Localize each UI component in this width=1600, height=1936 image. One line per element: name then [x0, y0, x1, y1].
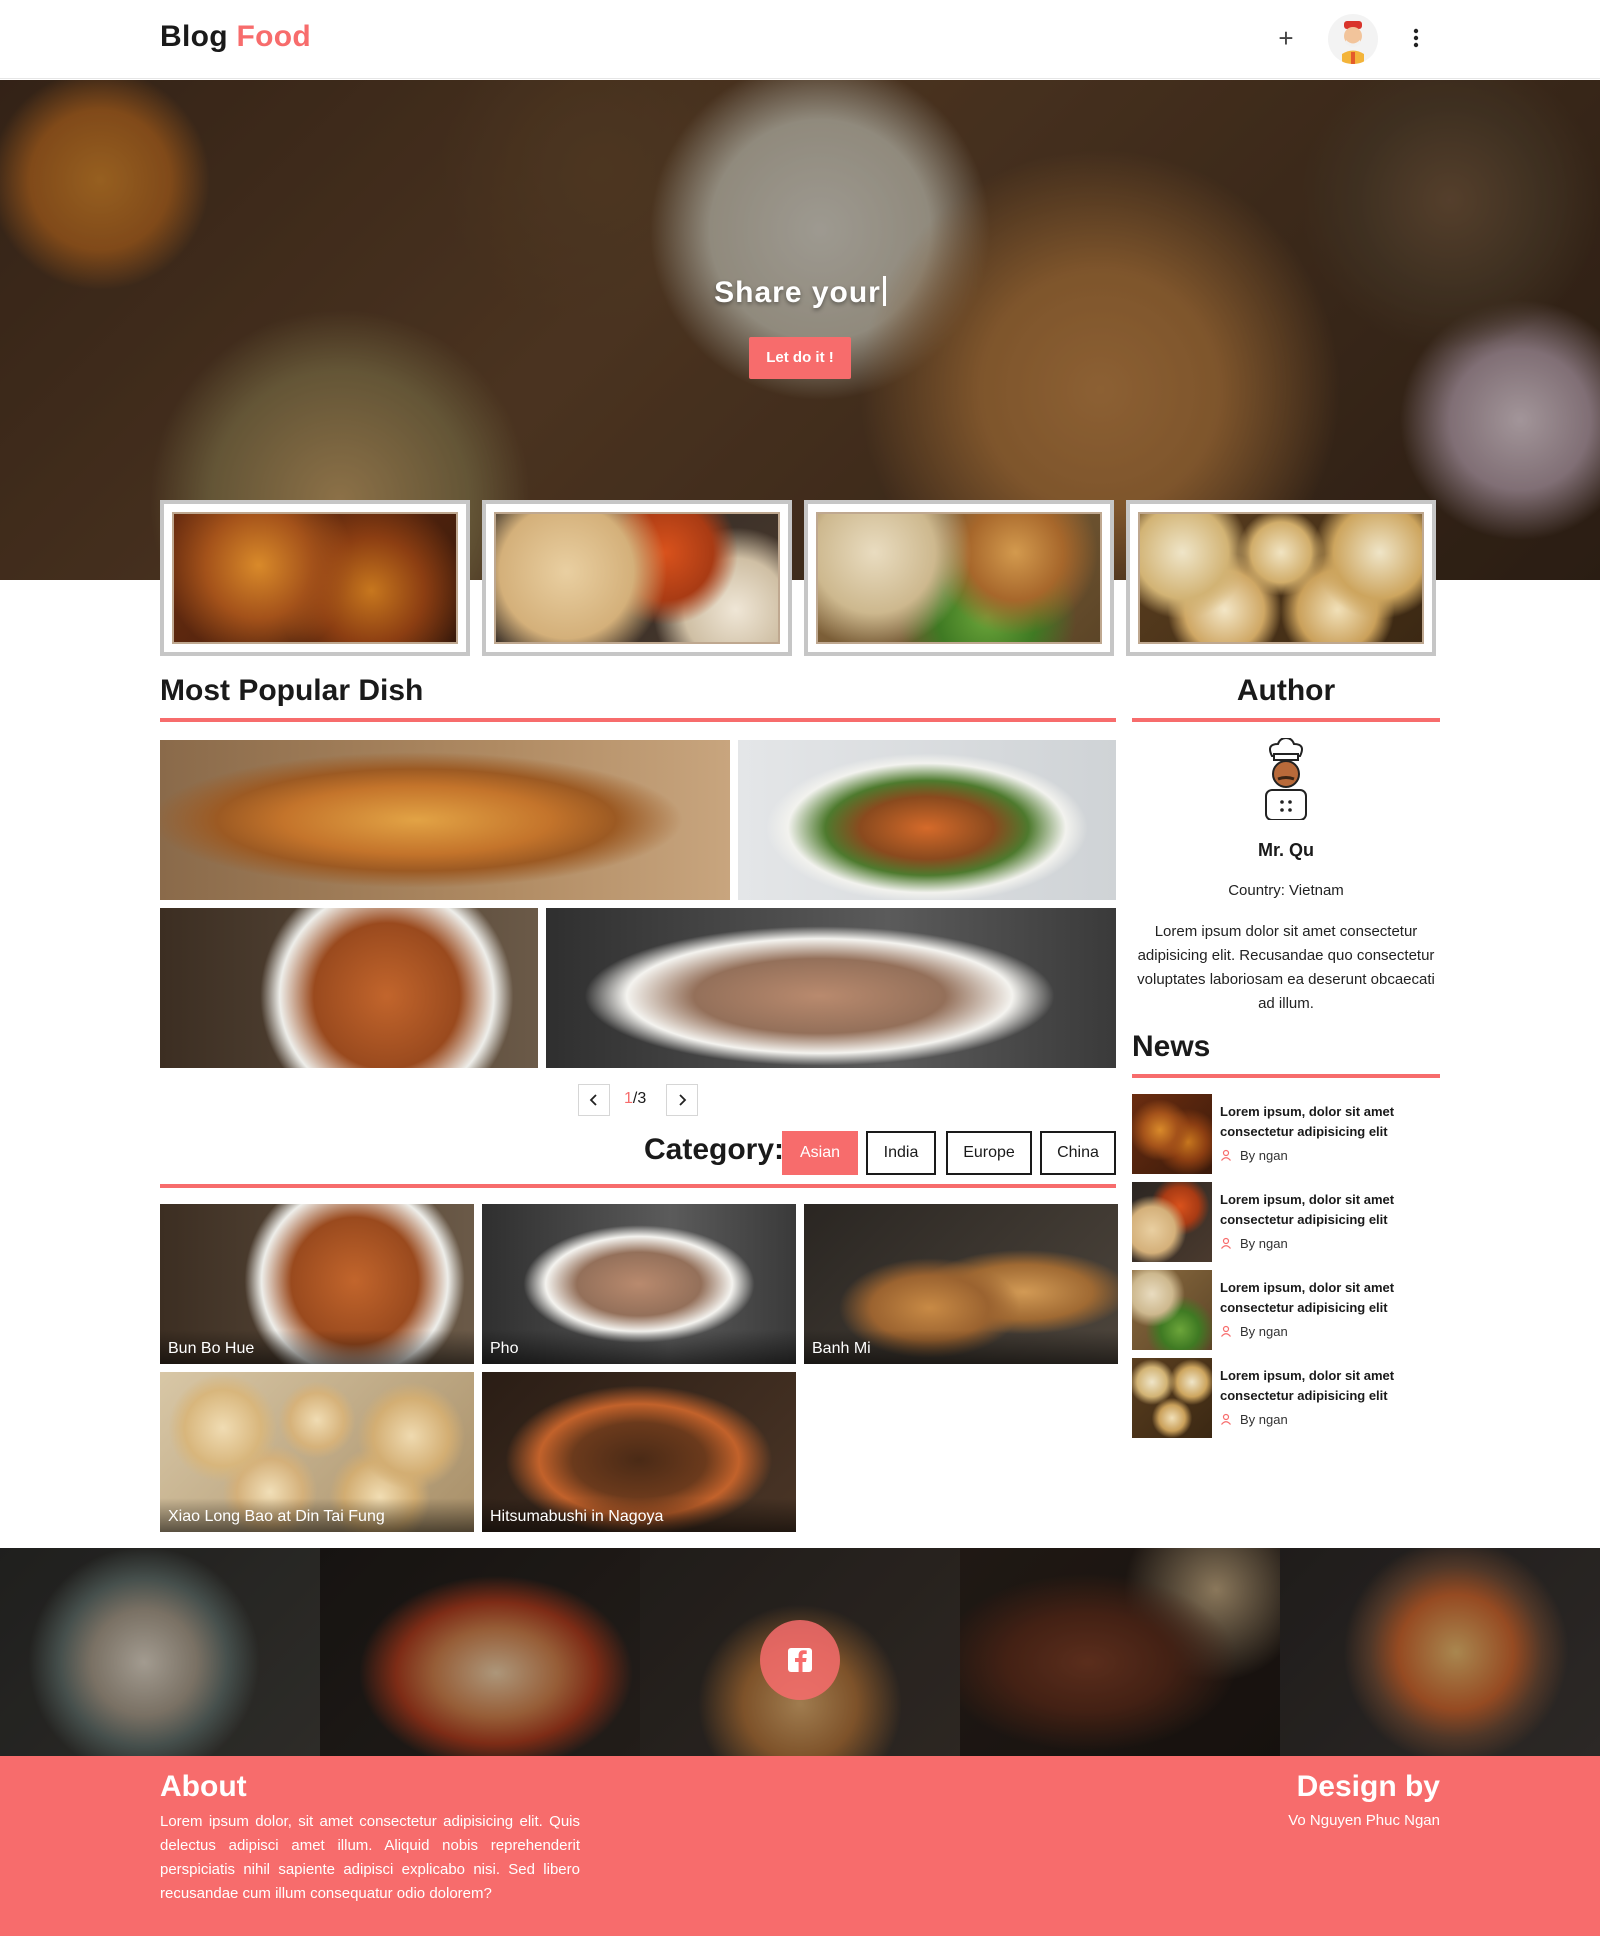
- user-icon: [1221, 1413, 1231, 1425]
- footer-gallery-image: [320, 1548, 640, 1756]
- popular-dish-bun-bo-hue[interactable]: [160, 908, 538, 1068]
- news-item[interactable]: Lorem ipsum, dolor sit amet consectetur …: [1132, 1182, 1442, 1262]
- site-footer: About Lorem ipsum dolor, sit amet consec…: [0, 1756, 1600, 1936]
- category-dish-card[interactable]: Hitsumabushi in Nagoya: [482, 1372, 796, 1532]
- footer-about-text: Lorem ipsum dolor, sit amet consectetur …: [160, 1813, 580, 1902]
- logo-text-food: Food: [236, 20, 312, 53]
- next-page-button[interactable]: [666, 1084, 698, 1116]
- author-country: Country: Vietnam: [1228, 882, 1344, 899]
- category-label: Category:: [644, 1133, 785, 1166]
- news-item-author: By ngan: [1220, 1324, 1288, 1339]
- news-item[interactable]: Lorem ipsum, dolor sit amet consectetur …: [1132, 1094, 1442, 1174]
- news-thumbnail: [1132, 1270, 1212, 1350]
- popular-dish-chicken-salad[interactable]: [738, 740, 1116, 900]
- news-author-text: By ngan: [1240, 1412, 1288, 1427]
- thumbnail-image-dim-sum: [1138, 512, 1424, 644]
- category-tab-asian[interactable]: Asian: [782, 1131, 858, 1175]
- popular-dish-pho[interactable]: [546, 908, 1116, 1068]
- news-item-title: Lorem ipsum, dolor sit amet consectetur …: [1220, 1192, 1395, 1227]
- hero-thumbnail[interactable]: [482, 500, 792, 656]
- category-tab-china[interactable]: China: [1040, 1131, 1116, 1175]
- footer-gallery-image: [1280, 1548, 1600, 1756]
- footer-gallery-image: [960, 1548, 1280, 1756]
- popular-dish-pizza[interactable]: [160, 740, 730, 900]
- news-item[interactable]: Lorem ipsum, dolor sit amet consectetur …: [1132, 1270, 1442, 1350]
- category-dish-card[interactable]: Banh Mi: [804, 1204, 1118, 1364]
- news-author-text: By ngan: [1240, 1236, 1288, 1251]
- pho-image: [546, 908, 1116, 1068]
- more-vertical-icon[interactable]: [1400, 22, 1432, 54]
- dish-caption: Banh Mi: [804, 1330, 1118, 1364]
- section-divider: [160, 1184, 1116, 1188]
- prev-page-button[interactable]: [578, 1084, 610, 1116]
- chef-avatar-icon: [1256, 736, 1316, 821]
- category-tab-europe[interactable]: Europe: [946, 1131, 1032, 1175]
- news-item-author: By ngan: [1220, 1236, 1288, 1251]
- pizza-image: [160, 740, 730, 900]
- news-thumbnail: [1132, 1094, 1212, 1174]
- news-item-title: Lorem ipsum, dolor sit amet consectetur …: [1220, 1280, 1395, 1315]
- current-page: 1: [624, 1090, 633, 1107]
- user-icon: [1221, 1325, 1231, 1337]
- most-popular-title: Most Popular Dish: [160, 674, 424, 707]
- chevron-left-icon: [589, 1094, 597, 1106]
- footer-designer-name: Vo Nguyen Phuc Ngan: [1288, 1812, 1440, 1829]
- facebook-icon[interactable]: [760, 1620, 840, 1700]
- site-logo[interactable]: Blog Food: [160, 20, 311, 54]
- typing-cursor: [882, 276, 886, 306]
- category-dish-card[interactable]: Bun Bo Hue: [160, 1204, 474, 1364]
- chicken-salad-image: [738, 740, 1116, 900]
- user-icon: [1221, 1149, 1231, 1161]
- news-author-text: By ngan: [1240, 1148, 1288, 1163]
- section-divider: [1132, 1074, 1440, 1078]
- category-tab-india[interactable]: India: [866, 1131, 936, 1175]
- chef-avatar-icon[interactable]: [1328, 14, 1378, 64]
- footer-design-title: Design by: [1296, 1770, 1440, 1803]
- thumbnail-image-curry-naan: [494, 512, 780, 644]
- footer-about-title: About: [160, 1770, 247, 1803]
- news-thumbnail: [1132, 1358, 1212, 1438]
- dish-caption: Pho: [482, 1330, 796, 1364]
- news-item-author: By ngan: [1220, 1148, 1288, 1163]
- dish-caption: Xiao Long Bao at Din Tai Fung: [160, 1498, 474, 1532]
- news-item[interactable]: Lorem ipsum, dolor sit amet consectetur …: [1132, 1358, 1442, 1438]
- section-divider: [160, 718, 1116, 722]
- news-author-text: By ngan: [1240, 1324, 1288, 1339]
- thumbnail-image-orange-chicken: [172, 512, 458, 644]
- news-item-title: Lorem ipsum, dolor sit amet consectetur …: [1220, 1104, 1395, 1139]
- logo-text-blog: Blog: [160, 20, 228, 53]
- author-bio: Lorem ipsum dolor sit amet consectetur a…: [1137, 923, 1435, 1012]
- hero-thumbnail[interactable]: [160, 500, 470, 656]
- top-navbar: Blog Food +: [0, 0, 1600, 79]
- dish-caption: Bun Bo Hue: [160, 1330, 474, 1364]
- hero-thumbnail[interactable]: [1126, 500, 1436, 656]
- bun-bo-hue-image: [160, 908, 538, 1068]
- dish-caption: Hitsumabushi in Nagoya: [482, 1498, 796, 1532]
- total-pages: /3: [632, 1090, 647, 1107]
- news-thumbnail: [1132, 1182, 1212, 1262]
- hero-title: Share your: [0, 276, 1600, 310]
- user-icon: [1221, 1237, 1231, 1249]
- category-dish-card[interactable]: Xiao Long Bao at Din Tai Fung: [160, 1372, 474, 1532]
- author-title: Author: [1236, 674, 1336, 707]
- hero-cta-button[interactable]: Let do it !: [749, 337, 851, 379]
- thumbnail-image-spring-rolls: [816, 512, 1102, 644]
- plus-icon[interactable]: +: [1270, 22, 1302, 54]
- news-item-author: By ngan: [1220, 1412, 1288, 1427]
- page-indicator: 1/3: [624, 1090, 646, 1108]
- author-name: Mr. Qu: [1257, 840, 1314, 860]
- category-dish-card[interactable]: Pho: [482, 1204, 796, 1364]
- chevron-right-icon: [679, 1094, 687, 1106]
- section-divider: [1132, 718, 1440, 722]
- hero-thumbnail[interactable]: [804, 500, 1114, 656]
- footer-gallery-image: [0, 1548, 320, 1756]
- hero-title-text: Share your: [714, 276, 881, 309]
- news-item-title: Lorem ipsum, dolor sit amet consectetur …: [1220, 1368, 1395, 1403]
- news-title: News: [1132, 1030, 1211, 1063]
